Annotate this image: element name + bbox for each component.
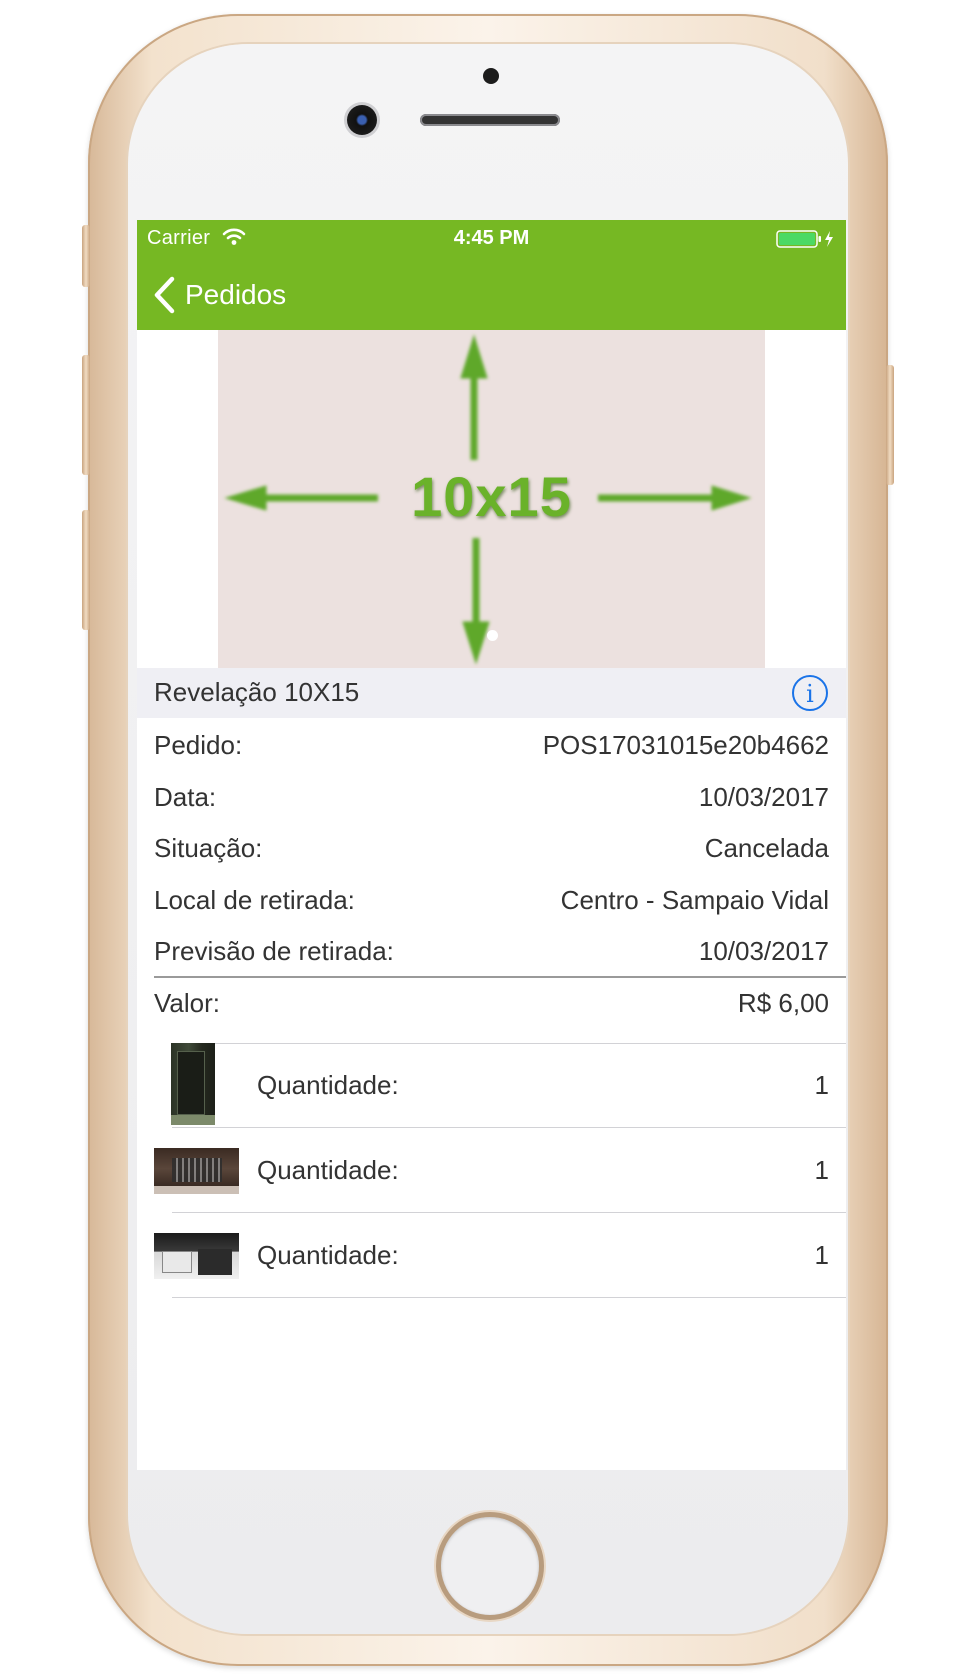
quantity-label: Quantidade: xyxy=(257,1240,399,1270)
product-title: Revelação 10X15 xyxy=(154,677,360,707)
quantity-value: 1 xyxy=(814,1155,829,1185)
navigation-bar: Carrier 4:45 PM Pedidos xyxy=(137,220,846,330)
detail-label: Data: xyxy=(154,781,217,812)
detail-row-valor: Valor: R$ 6,00 xyxy=(137,976,846,1028)
row-divider xyxy=(172,1297,846,1298)
detail-row-local-retirada: Local de retirada: Centro - Sampaio Vida… xyxy=(137,873,846,925)
list-item[interactable]: Quantidade: 1 xyxy=(137,1128,846,1213)
order-details: Pedido: POS17031015e20b4662 Data: 10/03/… xyxy=(137,718,846,1027)
detail-label: Local de retirada: xyxy=(154,884,355,915)
product-image-carousel[interactable]: 10x15 xyxy=(137,330,846,668)
detail-value: POS17031015e20b4662 xyxy=(542,730,829,760)
quantity-label: Quantidade: xyxy=(257,1155,399,1185)
detail-row-situacao: Situação: Cancelada xyxy=(137,821,846,873)
item-thumbnail xyxy=(154,1148,239,1194)
volume-down-button xyxy=(82,510,90,630)
info-icon[interactable]: i xyxy=(790,673,830,713)
app-screen: Carrier 4:45 PM Pedidos 10x15 Revelação … xyxy=(137,220,846,1470)
detail-value: 10/03/2017 xyxy=(698,781,829,812)
item-thumbnail xyxy=(171,1043,215,1125)
quantity-label: Quantidade: xyxy=(257,1070,399,1100)
detail-value: R$ 6,00 xyxy=(737,987,829,1018)
list-item[interactable]: Quantidade: 1 xyxy=(137,1043,846,1128)
detail-label: Valor: xyxy=(154,987,220,1018)
detail-value: Cancelada xyxy=(704,833,829,863)
proximity-sensor xyxy=(483,68,499,84)
mute-switch xyxy=(82,225,90,287)
product-section-header: Revelação 10X15 i xyxy=(137,668,846,718)
order-items-list: Quantidade: 1 Quantidade: 1 Quantidade: … xyxy=(137,1043,846,1298)
chevron-left-icon xyxy=(154,276,175,314)
product-banner-image: 10x15 xyxy=(218,330,765,668)
detail-label: Previsão de retirada: xyxy=(154,936,394,966)
quantity-value: 1 xyxy=(814,1240,829,1270)
svg-text:i: i xyxy=(806,680,814,708)
earpiece-speaker xyxy=(420,114,560,126)
status-bar: Carrier 4:45 PM xyxy=(137,220,846,260)
detail-value: 10/03/2017 xyxy=(698,936,829,966)
front-camera xyxy=(347,105,377,135)
banner-text: 10x15 xyxy=(411,465,572,528)
row-divider xyxy=(172,1043,846,1044)
detail-row-pedido: Pedido: POS17031015e20b4662 xyxy=(137,718,846,770)
back-button-label: Pedidos xyxy=(185,279,287,310)
home-button[interactable] xyxy=(436,1512,544,1620)
volume-up-button xyxy=(82,355,90,475)
detail-label: Situação: xyxy=(154,833,263,863)
item-thumbnail xyxy=(154,1233,239,1279)
clock: 4:45 PM xyxy=(453,227,530,249)
page-indicator-dot xyxy=(487,630,498,641)
power-button xyxy=(886,365,894,485)
detail-row-previsao-retirada: Previsão de retirada: 10/03/2017 xyxy=(137,924,846,978)
back-button[interactable]: Pedidos xyxy=(153,273,286,317)
battery-charging-icon xyxy=(776,230,833,248)
detail-value: Centro - Sampaio Vidal xyxy=(560,884,829,915)
detail-label: Pedido: xyxy=(154,730,243,760)
quantity-value: 1 xyxy=(814,1070,829,1100)
detail-row-data: Data: 10/03/2017 xyxy=(137,770,846,822)
list-item[interactable]: Quantidade: 1 xyxy=(137,1213,846,1298)
